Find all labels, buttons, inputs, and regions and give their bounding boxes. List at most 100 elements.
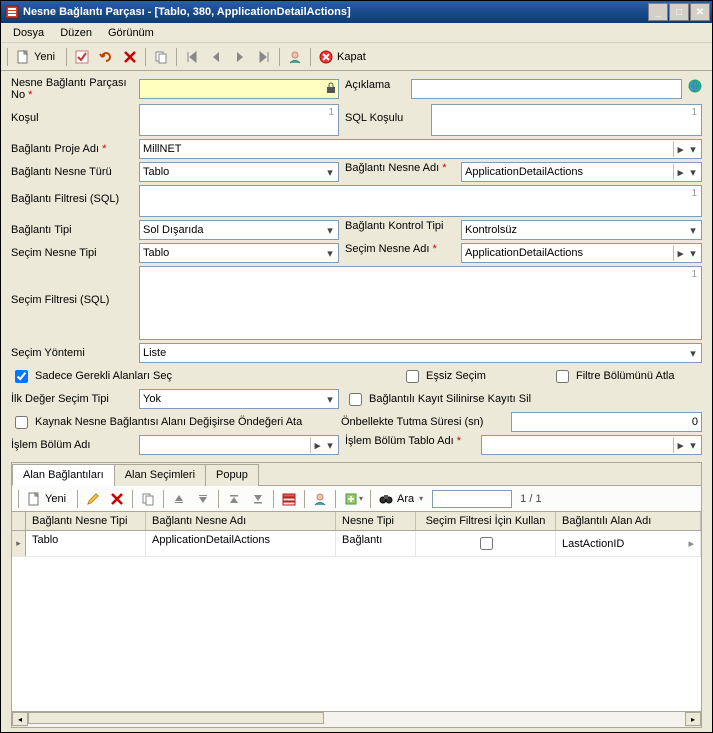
- menu-edit[interactable]: Düzen: [52, 25, 100, 41]
- input-opsectbl[interactable]: ▸▾: [481, 435, 702, 455]
- copy-button[interactable]: [150, 46, 172, 68]
- save-button[interactable]: [71, 46, 93, 68]
- input-desc[interactable]: [411, 79, 682, 99]
- close-window-button[interactable]: ✕: [690, 3, 710, 21]
- horizontal-scrollbar[interactable]: ◂ ▸: [12, 711, 701, 727]
- chevron-down-icon[interactable]: ▾: [323, 245, 337, 261]
- chevron-down-icon[interactable]: ▾: [686, 245, 700, 261]
- gridhead-c5[interactable]: Bağlantılı Alan Adı: [556, 512, 701, 530]
- user-button[interactable]: [284, 46, 306, 68]
- grid-export-button[interactable]: ▾: [340, 488, 366, 510]
- ellipsis-icon[interactable]: ▸: [310, 437, 324, 453]
- input-linktype[interactable]: Sol Dışarıda▾: [139, 220, 339, 240]
- input-proj[interactable]: MillNET▸▾: [139, 139, 702, 159]
- input-ctrltype[interactable]: Kontrolsüz▾: [461, 220, 702, 240]
- scroll-left-button[interactable]: ◂: [12, 712, 28, 726]
- gridhead-c3[interactable]: Nesne Tipi: [336, 512, 416, 530]
- gridcell-c4[interactable]: [416, 531, 556, 556]
- input-no[interactable]: [139, 79, 339, 99]
- globe-icon[interactable]: [688, 79, 702, 93]
- chevron-down-icon[interactable]: ▾: [323, 222, 337, 238]
- lbl-dellink: Bağlantılı Kayıt Silinirse Kayıtı Sil: [369, 393, 531, 405]
- check-dellink[interactable]: [349, 393, 362, 406]
- delete-icon: [122, 49, 138, 65]
- input-cond[interactable]: 1: [139, 104, 339, 136]
- scroll-thumb[interactable]: [28, 712, 324, 724]
- input-objtype[interactable]: Tablo▾: [139, 162, 339, 182]
- gridhead-c4[interactable]: Seçim Filtresi İçin Kullan: [416, 512, 556, 530]
- ellipsis-icon[interactable]: ▸: [673, 164, 687, 180]
- grid-moveup-button[interactable]: [168, 488, 190, 510]
- close-button[interactable]: Kapat: [315, 46, 373, 68]
- grid[interactable]: Bağlantı Nesne Tipi Bağlantı Nesne Adı N…: [12, 512, 701, 711]
- input-cache[interactable]: [511, 412, 702, 432]
- next-button[interactable]: [229, 46, 251, 68]
- prev-button[interactable]: [205, 46, 227, 68]
- check-srcdef[interactable]: [15, 416, 28, 429]
- chevron-down-icon[interactable]: ▾: [323, 437, 337, 453]
- ellipsis-icon[interactable]: ▸: [688, 537, 694, 550]
- lbl-selmethod: Seçim Yöntemi: [11, 347, 85, 359]
- last-button[interactable]: [253, 46, 275, 68]
- gridcell-check[interactable]: [480, 537, 493, 550]
- menu-file[interactable]: Dosya: [5, 25, 52, 41]
- grid-movedown-button[interactable]: [192, 488, 214, 510]
- gridcell-c2[interactable]: ApplicationDetailActions: [146, 531, 336, 556]
- gridcell-c5[interactable]: LastActionID▸: [556, 531, 701, 556]
- check-unique[interactable]: [406, 370, 419, 383]
- grid-search-button[interactable]: Ara▾: [375, 488, 430, 510]
- undo-button[interactable]: [95, 46, 117, 68]
- grid-new-button[interactable]: Yeni: [23, 488, 73, 510]
- chevron-down-icon[interactable]: ▾: [323, 391, 337, 407]
- grid-top-button[interactable]: [223, 488, 245, 510]
- grid-edit-button[interactable]: [82, 488, 104, 510]
- scroll-track[interactable]: [28, 712, 685, 727]
- ellipsis-icon[interactable]: ▸: [673, 245, 687, 261]
- input-sqlcond[interactable]: 1: [431, 104, 702, 136]
- tab-selections[interactable]: Alan Seçimleri: [114, 464, 206, 486]
- grid-search-input[interactable]: [432, 490, 512, 508]
- grid-user-button[interactable]: [309, 488, 331, 510]
- input-selmethod[interactable]: Liste▾: [139, 343, 702, 363]
- maximize-button[interactable]: □: [669, 3, 689, 21]
- scroll-right-button[interactable]: ▸: [685, 712, 701, 726]
- grid-delete-button[interactable]: [106, 488, 128, 510]
- gridhead-c1[interactable]: Bağlantı Nesne Tipi: [26, 512, 146, 530]
- input-opsec[interactable]: ▸▾: [139, 435, 339, 455]
- chevron-down-icon[interactable]: ▾: [686, 437, 700, 453]
- tab-popup[interactable]: Popup: [205, 464, 259, 486]
- window-buttons: _ □ ✕: [647, 3, 710, 21]
- chevron-down-icon[interactable]: ▾: [686, 345, 700, 361]
- first-icon: [184, 49, 200, 65]
- close-icon: [318, 49, 334, 65]
- grid-copy-button[interactable]: [137, 488, 159, 510]
- grid-row[interactable]: ▸ Tablo ApplicationDetailActions Bağlant…: [12, 531, 701, 557]
- chevron-down-icon[interactable]: ▾: [686, 141, 700, 157]
- chevron-down-icon[interactable]: ▾: [686, 164, 700, 180]
- minimize-button[interactable]: _: [648, 3, 668, 21]
- new-icon: [26, 491, 42, 507]
- tab-links[interactable]: Alan Bağlantıları: [12, 464, 115, 486]
- gridcell-c3[interactable]: Bağlantı: [336, 531, 416, 556]
- check-onlyreq[interactable]: [15, 370, 28, 383]
- new-button[interactable]: Yeni: [12, 46, 62, 68]
- input-selobjtype[interactable]: Tablo▾: [139, 243, 339, 263]
- chevron-down-icon[interactable]: ▾: [323, 164, 337, 180]
- grid-toolbar: Yeni ▾ Ara▾ 1: [12, 486, 701, 512]
- input-selfilter[interactable]: 1: [139, 266, 702, 340]
- gridcell-c1[interactable]: Tablo: [26, 531, 146, 556]
- ellipsis-icon[interactable]: ▸: [673, 437, 687, 453]
- input-selobjname[interactable]: ApplicationDetailActions▸▾: [461, 243, 702, 263]
- input-objname[interactable]: ApplicationDetailActions▸▾: [461, 162, 702, 182]
- first-button[interactable]: [181, 46, 203, 68]
- input-initsel[interactable]: Yok▾: [139, 389, 339, 409]
- ellipsis-icon[interactable]: ▸: [673, 141, 687, 157]
- chevron-down-icon[interactable]: ▾: [686, 222, 700, 238]
- check-skipfilter[interactable]: [556, 370, 569, 383]
- delete-button[interactable]: [119, 46, 141, 68]
- input-filter[interactable]: 1: [139, 185, 702, 217]
- grid-remove-button[interactable]: [278, 488, 300, 510]
- grid-bottom-button[interactable]: [247, 488, 269, 510]
- menu-view[interactable]: Görünüm: [100, 25, 162, 41]
- gridhead-c2[interactable]: Bağlantı Nesne Adı: [146, 512, 336, 530]
